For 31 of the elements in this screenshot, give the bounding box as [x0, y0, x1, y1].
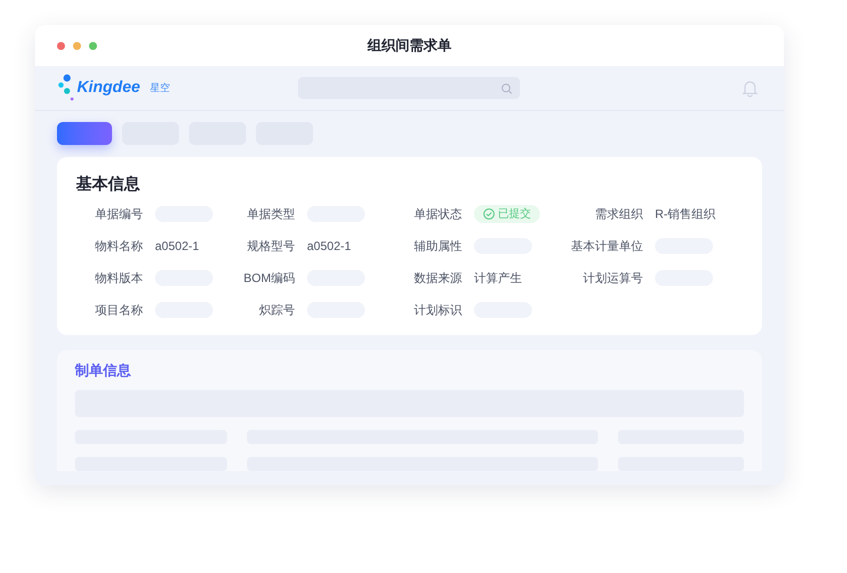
window-title: 组织间需求单	[368, 36, 452, 55]
logo-icon	[57, 74, 75, 102]
product-name: 星空	[150, 82, 170, 96]
field-label: BOM编码	[242, 270, 295, 287]
field-label: 物料名称	[94, 238, 143, 255]
field-label: 单据状态	[413, 206, 462, 223]
field-label: 炽踪号	[258, 302, 295, 319]
bell-icon[interactable]	[742, 80, 758, 96]
field-value: a0502-1	[307, 238, 352, 255]
field-value: R-销售组织	[655, 206, 716, 223]
logo-text: Kingdee	[77, 78, 140, 98]
field-label: 辅助属性	[413, 238, 462, 255]
field-label: 规格型号	[246, 238, 295, 255]
field-label: 基本计量单位	[570, 238, 643, 255]
field-value: 计算产生	[474, 270, 522, 287]
search-icon	[501, 82, 512, 94]
field-label: 单据类型	[246, 206, 295, 223]
field-value: a0502-1	[155, 238, 200, 255]
field-label: 物料版本	[94, 270, 143, 287]
check-circle-icon	[483, 208, 495, 220]
status-badge: 已提交	[474, 205, 540, 223]
section-title: 基本信息	[76, 174, 141, 195]
toolbar-button[interactable]	[57, 122, 112, 145]
section-title: 制单信息	[75, 361, 132, 380]
field-label: 计划运算号	[582, 270, 643, 287]
field-label: 数据来源	[413, 270, 462, 287]
field-label: 计划标识	[413, 302, 462, 319]
field-label: 需求组织	[594, 206, 643, 223]
field-label: 项目名称	[94, 302, 143, 319]
search-field[interactable]	[298, 77, 520, 99]
field-label: 单据编号	[94, 206, 143, 223]
